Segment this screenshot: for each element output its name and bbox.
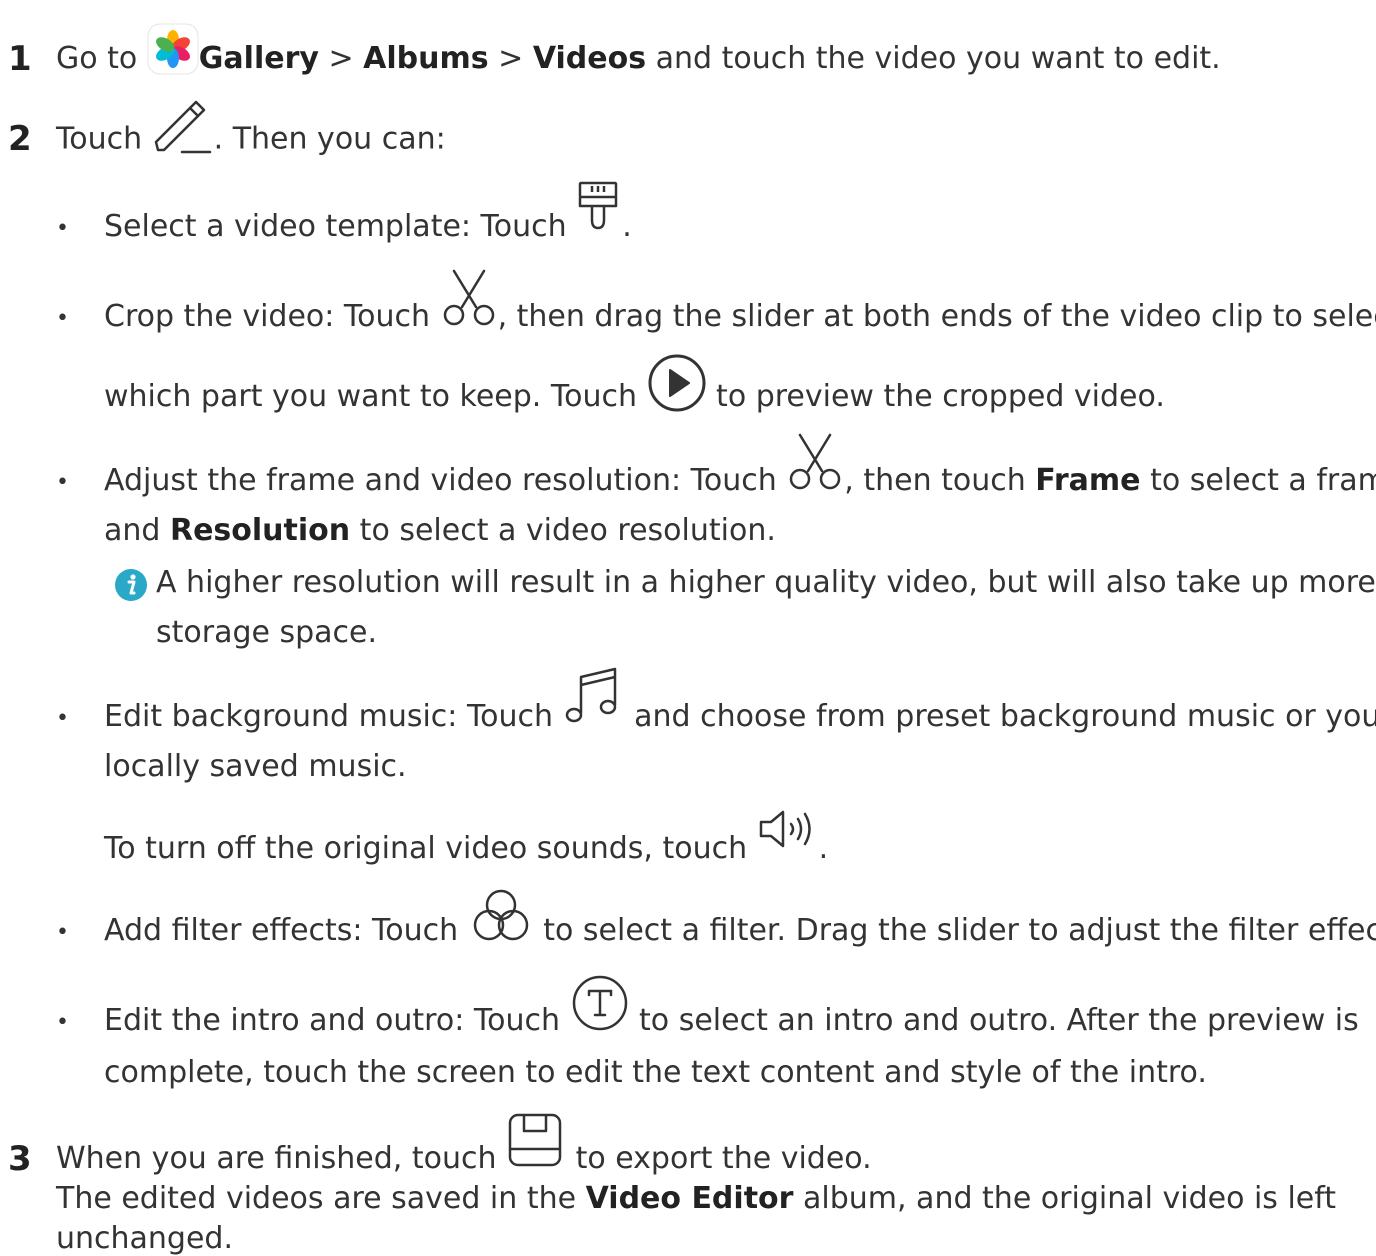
save-icon [506,1111,566,1169]
bullet-music-line-1: Edit background music: Touch and choose … [104,667,1376,734]
play-icon [647,353,707,413]
step-3-paragraph-line-2: unchanged. [56,1221,234,1256]
step-2-text: Touch . Then you can: [56,100,446,157]
step-3-number: 3 [8,1139,32,1179]
frame-text-b: , then touch [844,463,1036,498]
intro-text-a: Edit the intro and outro: Touch [104,1003,570,1038]
info-icon [114,568,148,602]
bullet-music-line-3: To turn off the original video sounds, t… [104,810,829,866]
bullet-dot: • [56,920,69,945]
step-3-para-a: The edited videos are saved in the [56,1181,586,1216]
step-2-text-a: Touch [56,121,152,157]
sep-2: > [488,41,533,76]
music-text-a: Edit background music: Touch [104,699,563,734]
bullet-dot: • [56,306,69,331]
step-3-para-c: album, and the original video is left [793,1181,1337,1216]
video-editor-label: Video Editor [585,1181,794,1216]
step-2-text-b: . Then you can: [213,121,446,157]
step-1-number: 1 [8,39,32,79]
music-text-b: and choose from preset background music … [624,699,1376,734]
speaker-icon [757,808,819,852]
template-text-a: Select a video template: Touch [104,209,577,244]
gallery-label: Gallery [198,41,319,76]
step-3-text-a: When you are finished, touch [56,1141,507,1176]
bullet-frame-line-1: Adjust the frame and video resolution: T… [104,433,1376,498]
bullet-dot: • [56,470,69,495]
crop-text-c: which part you want to keep. Touch [104,379,647,414]
crop-text-a: Crop the video: Touch [104,299,440,334]
bullet-dot: • [56,706,69,731]
scissors-icon [440,269,498,329]
bullet-dot: • [56,216,69,241]
step-3-paragraph-line-1: The edited videos are saved in the Video… [56,1184,1336,1214]
sep-1: > [318,41,364,76]
template-brush-icon [576,180,622,236]
resolution-label: Resolution [169,513,351,548]
albums-label: Albums [363,41,489,76]
frame-text-e: to select a video resolution. [350,513,776,548]
step-3-text-b: to export the video. [566,1141,872,1176]
step-2-number: 2 [8,119,32,159]
filter-text-b: to select a filter. Drag the slider to a… [533,913,1376,948]
bullet-intro-line-1: Edit the intro and outro: Touch to selec… [104,975,1359,1038]
filter-text-a: Add filter effects: Touch [104,913,468,948]
music-text-e: . [818,831,829,866]
gallery-icon [147,23,199,75]
step-3-text: When you are finished, touch to export t… [56,1113,872,1176]
music-text-d: To turn off the original video sounds, t… [104,831,757,866]
edit-pencil-icon [152,98,214,156]
bullet-frame-line-2: and Resolution to select a video resolut… [104,516,776,546]
videos-label: Videos [532,41,647,76]
step-1-text-b: and touch the video you want to edit. [646,41,1221,76]
filter-icon [468,888,534,946]
intro-text-b: to select an intro and outro. After the … [629,1003,1359,1038]
text-t-icon [570,974,630,1032]
frame-text-d: and [104,513,170,548]
bullet-crop-line-1: Crop the video: Touch , then drag the sl… [104,269,1376,334]
music-note-icon [563,665,625,727]
note-line-2: storage space. [156,615,378,650]
bullet-filter-text: Add filter effects: Touch to select a fi… [104,889,1376,948]
frame-label: Frame [1035,463,1141,498]
crop-text-b: , then drag the slider at both ends of t… [497,299,1376,334]
bullet-template-text: Select a video template: Touch . [104,181,632,244]
bullet-intro-line-2: complete, touch the screen to edit the t… [104,1055,1207,1090]
template-text-b: . [622,209,632,244]
bullet-crop-line-2: which part you want to keep. Touch to pr… [104,354,1165,414]
bullet-dot: • [56,1010,69,1035]
frame-text-a: Adjust the frame and video resolution: T… [104,463,787,498]
note-line-1: A higher resolution will result in a hig… [156,565,1376,600]
step-1-text: Go to Gallery > Albums > Videos and touc… [56,23,1221,76]
bullet-music-line-2: locally saved music. [104,749,407,784]
scissors-icon [786,433,844,493]
crop-text-d: to preview the cropped video. [706,379,1165,414]
step-1-text-a: Go to [56,41,147,76]
frame-text-c: to select a frame, [1150,463,1376,498]
